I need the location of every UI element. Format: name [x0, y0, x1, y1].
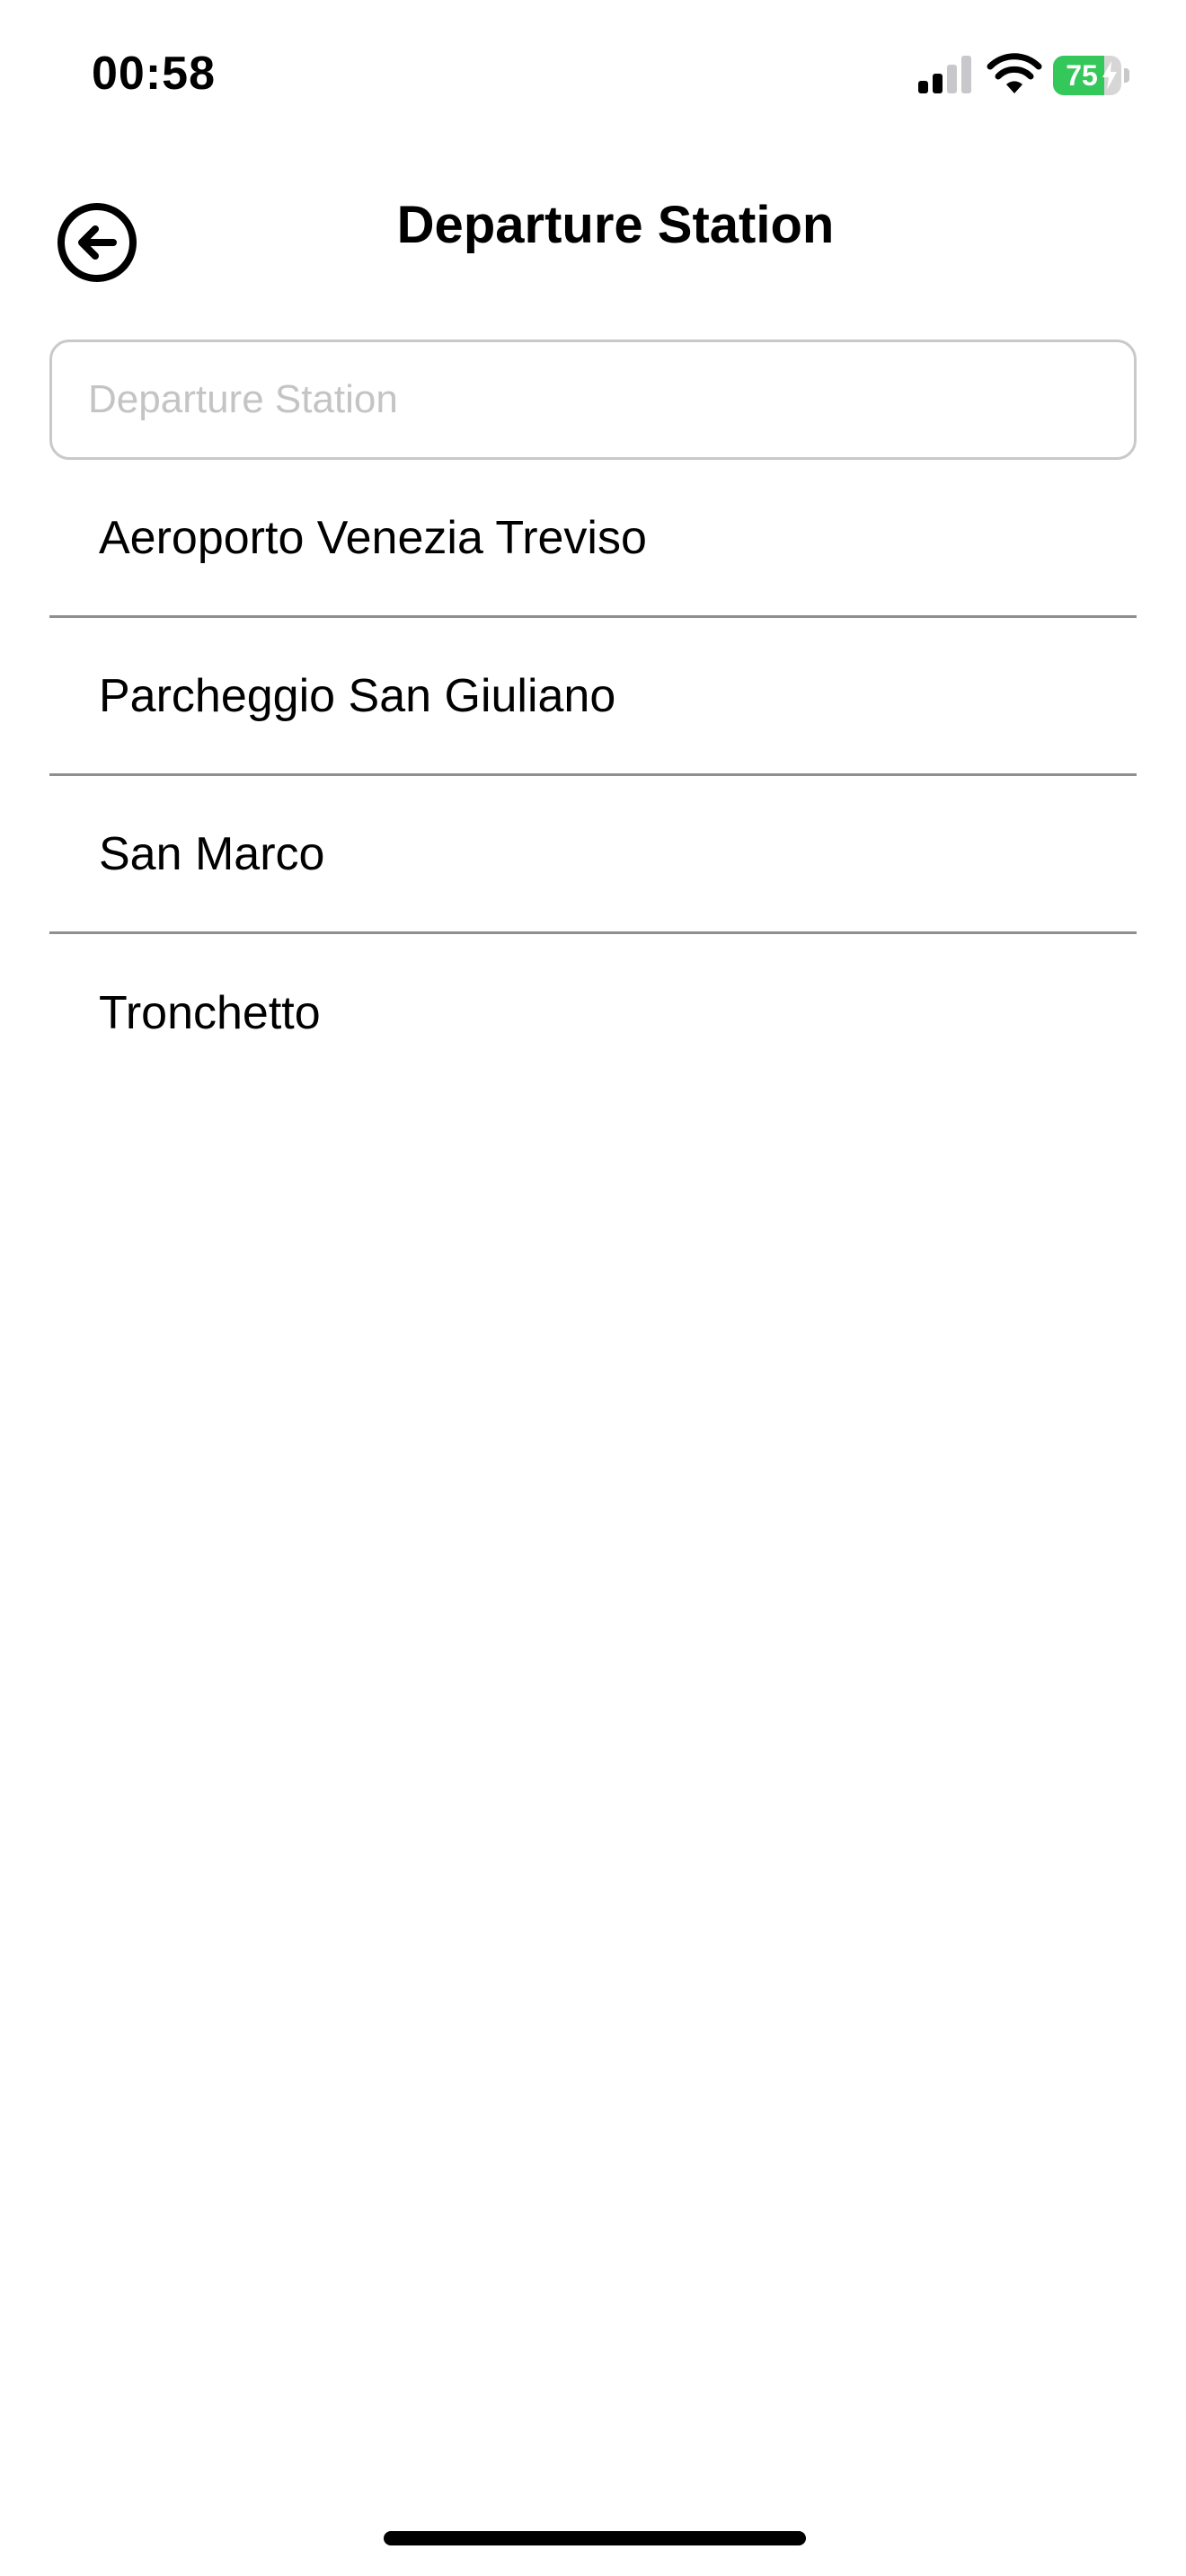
signal-icon [918, 56, 971, 93]
status-bar: 00:58 75 [0, 0, 1186, 153]
status-time: 00:58 [92, 48, 216, 100]
departure-station-search-input[interactable] [49, 340, 1137, 460]
station-list: Aeroporto Venezia Treviso Parcheggio San… [49, 460, 1137, 1092]
station-list-item[interactable]: Tronchetto [49, 934, 1137, 1092]
station-list-item[interactable]: Parcheggio San Giuliano [49, 618, 1137, 776]
station-list-item[interactable]: San Marco [49, 776, 1137, 934]
wifi-icon [987, 53, 1042, 93]
page-title: Departure Station [396, 196, 835, 254]
station-list-item[interactable]: Aeroporto Venezia Treviso [49, 460, 1137, 618]
home-indicator[interactable] [384, 2531, 806, 2545]
battery-body: 75 [1053, 56, 1121, 95]
battery-cap [1124, 68, 1129, 83]
charging-bolt-icon [1102, 61, 1117, 90]
battery-icon: 75 [1053, 56, 1130, 95]
